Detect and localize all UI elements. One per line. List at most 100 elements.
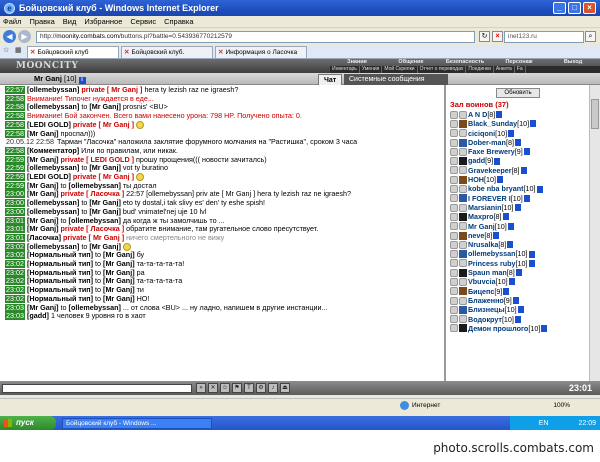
private-message-icon[interactable] xyxy=(450,212,458,221)
game-submenu-item[interactable]: Умения xyxy=(360,66,383,73)
info-icon[interactable] xyxy=(528,259,535,267)
private-message-icon[interactable] xyxy=(450,119,458,128)
roster-player[interactable]: I FOREVER I [10] xyxy=(448,194,588,203)
exit-icon[interactable]: ⏏ xyxy=(280,383,290,393)
game-menu-item[interactable]: Знания xyxy=(330,59,384,66)
favorites-star-icon[interactable]: ☆ xyxy=(3,46,13,56)
tab-close-icon[interactable]: ✕ xyxy=(124,49,129,56)
message-time[interactable]: 22:58 xyxy=(5,103,25,112)
message-recipient[interactable]: [Mr Ganj] xyxy=(89,208,121,216)
player-name[interactable]: Gravekeeper xyxy=(468,166,512,175)
message-sender[interactable]: [Комментатор] xyxy=(27,147,79,155)
info-icon[interactable] xyxy=(507,222,514,230)
roster-player[interactable]: Vbuvcia [10] xyxy=(448,277,588,286)
private-message-icon[interactable] xyxy=(450,240,458,249)
game-menu-item[interactable]: Общение xyxy=(384,59,438,66)
info-icon[interactable] xyxy=(508,129,515,137)
info-icon[interactable] xyxy=(494,157,501,165)
roster-player[interactable]: Gravekeeper [8] xyxy=(448,166,588,175)
maximize-button[interactable]: □ xyxy=(568,2,581,14)
private-message-icon[interactable] xyxy=(450,231,458,240)
menu-edit[interactable]: Правка xyxy=(29,17,54,26)
tab-system-messages[interactable]: Системные сообщения xyxy=(344,74,448,85)
message-time[interactable]: 23:01 xyxy=(5,233,25,242)
player-name[interactable]: Maxpro xyxy=(468,212,494,221)
message-time[interactable]: 23:00 xyxy=(5,207,25,216)
player-name[interactable]: Mr Ganj xyxy=(468,222,495,231)
message-recipient[interactable]: [Mr Ganj] xyxy=(103,269,135,277)
info-icon[interactable] xyxy=(512,297,519,305)
player-name[interactable]: ollemebyssan xyxy=(468,249,516,258)
game-submenu-item[interactable]: Анкета xyxy=(494,66,515,73)
info-icon[interactable] xyxy=(514,315,521,323)
roster-player[interactable]: Близнецы [10] xyxy=(448,305,588,314)
stop-icon[interactable]: × xyxy=(492,31,503,42)
info-icon[interactable] xyxy=(523,194,530,202)
roster-player[interactable]: Spaun man [8] xyxy=(448,268,588,277)
message-sender[interactable]: [Нормальный тип] xyxy=(27,295,93,303)
info-icon[interactable]: i xyxy=(78,76,86,84)
roster-player[interactable]: Marsianin [10] xyxy=(448,203,588,212)
private-message-icon[interactable] xyxy=(450,250,458,259)
private-message-icon[interactable] xyxy=(450,129,458,138)
message-sender[interactable]: [Нормальный тип] xyxy=(27,277,93,285)
private-message-icon[interactable] xyxy=(450,277,458,286)
info-icon[interactable] xyxy=(541,324,548,332)
taskbar-window-button[interactable]: Бойцовский клуб - Windows ... xyxy=(62,417,212,429)
private-message-icon[interactable] xyxy=(450,287,458,296)
player-name[interactable]: Black_Sunday xyxy=(468,119,517,128)
message-time[interactable]: 22:59 xyxy=(5,155,25,164)
message-sender[interactable]: [Нормальный тип] xyxy=(27,260,93,268)
quick-tabs-icon[interactable]: ▦ xyxy=(15,46,25,56)
smiles-icon[interactable]: ☺ xyxy=(220,383,230,393)
roster-player[interactable]: kobe nba bryant [10] xyxy=(448,184,588,193)
info-icon[interactable] xyxy=(528,250,535,258)
info-icon[interactable] xyxy=(517,306,524,314)
message-sender[interactable]: [ollemebyssan] xyxy=(27,86,79,94)
player-name[interactable]: Faxe Brewery xyxy=(468,147,515,156)
roster-player[interactable]: Faxe Brewery [9] xyxy=(448,147,588,156)
minimize-button[interactable]: _ xyxy=(553,2,566,14)
roster-player[interactable]: Демон прошлого [10] xyxy=(448,324,588,333)
message-time[interactable]: 22:58 xyxy=(5,146,25,155)
roster-player[interactable]: gadd [9] xyxy=(448,156,588,165)
message-sender[interactable]: [gadd] xyxy=(27,312,49,320)
message-sender[interactable]: [ollemebyssan] xyxy=(27,164,79,172)
message-sender[interactable]: [Mr Ganj] xyxy=(27,182,59,190)
message-time[interactable]: 22:58 xyxy=(5,120,25,129)
player-name[interactable]: Демон прошлого xyxy=(468,324,528,333)
message-recipient[interactable]: [Mr Ganj] xyxy=(89,243,121,251)
message-time[interactable]: 23:03 xyxy=(5,303,25,312)
message-time[interactable]: 20.05.12 22:58 xyxy=(5,138,55,146)
roster-player[interactable]: Black_Sunday [10] xyxy=(448,119,588,128)
sound-icon[interactable]: ♪ xyxy=(268,383,278,393)
menu-tools[interactable]: Сервис xyxy=(130,17,156,26)
message-sender[interactable]: [Mr Ganj] xyxy=(27,130,59,138)
message-sender[interactable]: [Mr Ganj] xyxy=(27,190,59,198)
message-time[interactable]: 23:00 xyxy=(5,190,25,199)
game-menu-item[interactable]: Выход xyxy=(546,59,600,66)
message-time[interactable]: 23:02 xyxy=(5,251,25,260)
settings-icon[interactable]: ⚙ xyxy=(256,383,266,393)
zoom-level[interactable]: 100% xyxy=(553,402,570,409)
game-submenu-item[interactable]: Поединки xyxy=(466,66,494,73)
roster-player[interactable]: Dober-man [8] xyxy=(448,138,588,147)
player-name[interactable]: I FOREVER I xyxy=(468,194,511,203)
player-name[interactable]: Близнецы xyxy=(468,305,505,314)
message-time[interactable]: 22:59 xyxy=(5,181,25,190)
player-name[interactable]: Dober-man xyxy=(468,138,506,147)
private-message-icon[interactable] xyxy=(450,110,458,119)
message-sender[interactable]: [Mr Ganj] xyxy=(27,304,59,312)
info-icon[interactable] xyxy=(523,148,530,156)
message-recipient[interactable]: [Mr Ganj] xyxy=(89,164,121,172)
close-button[interactable]: × xyxy=(583,2,596,14)
player-name[interactable]: Водокрут xyxy=(468,315,502,324)
info-icon[interactable] xyxy=(496,111,503,119)
private-message-icon[interactable] xyxy=(450,305,458,314)
start-button[interactable]: пуск xyxy=(0,416,56,430)
game-submenu-item[interactable]: Мой Скрепки xyxy=(382,66,418,73)
search-input[interactable]: inet123.ru xyxy=(504,30,584,43)
info-icon[interactable] xyxy=(515,269,522,277)
player-name[interactable]: Бицепс xyxy=(468,287,494,296)
info-icon[interactable] xyxy=(502,213,509,221)
